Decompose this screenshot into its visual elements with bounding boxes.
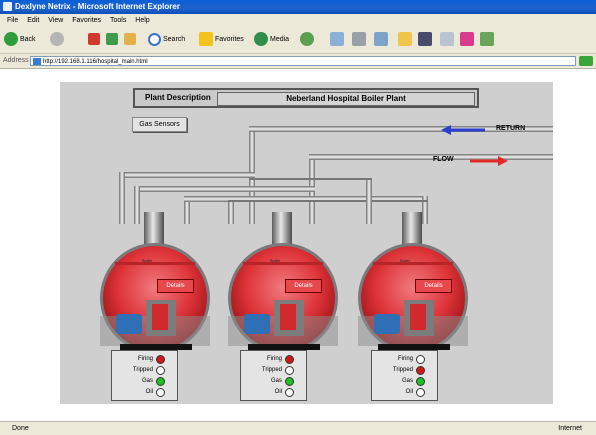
print-button[interactable]	[352, 32, 368, 48]
plant-panel: Plant Description Neberland Hospital Boi…	[60, 82, 553, 404]
research-icon	[440, 32, 454, 47]
mail-button[interactable]	[330, 32, 346, 48]
back-icon	[4, 32, 18, 47]
toolbar-tool-button[interactable]	[460, 32, 476, 48]
zone-text: Internet	[558, 425, 582, 432]
boiler-3-gas-led	[416, 377, 425, 386]
back-button[interactable]: Back	[4, 32, 36, 48]
boiler-3-oil-led	[416, 388, 425, 397]
print-icon	[352, 32, 366, 47]
extra-icon	[480, 32, 494, 47]
boiler-2-firing-led	[285, 355, 294, 364]
address-url: http://192.168.1.116/hospital_main.html	[43, 59, 148, 65]
messenger-icon	[418, 32, 432, 47]
research-button[interactable]	[440, 32, 456, 48]
edit-button[interactable]	[374, 32, 390, 48]
plant-description-label: Plant Description	[145, 93, 211, 102]
boiler-2-details-button[interactable]: Details	[285, 279, 322, 293]
boiler-2-oil-led	[285, 388, 294, 397]
menu-bar: File Edit View Favorites Tools Help	[0, 14, 596, 28]
title-bar: Dexlyne Netrix - Microsoft Internet Expl…	[0, 0, 596, 14]
boiler-1-label: Boiler	[142, 258, 153, 263]
address-input[interactable]: http://192.168.1.116/hospital_main.html	[30, 56, 576, 66]
menu-favorites[interactable]: Favorites	[72, 17, 101, 24]
edit-icon	[374, 32, 388, 47]
menu-view[interactable]: View	[48, 17, 63, 24]
boiler-3-firing-led	[416, 355, 425, 364]
mail-icon	[330, 32, 344, 47]
boiler-1-tripped-led	[156, 366, 165, 375]
boiler-1-gas-led	[156, 377, 165, 386]
stop-icon	[88, 33, 100, 46]
media-icon	[254, 32, 268, 47]
boiler-1-firing-led	[156, 355, 165, 364]
address-label: Address	[3, 57, 29, 64]
boiler-3-details-button[interactable]: Details	[415, 279, 452, 293]
forward-icon	[50, 32, 64, 47]
folder-icon	[398, 32, 412, 47]
folder-button[interactable]	[398, 32, 414, 48]
toolbar: Back Search Favorites Media	[0, 27, 596, 54]
boiler-3-status-panel: Firing Tripped Gas Oil	[371, 350, 438, 401]
go-button[interactable]	[579, 56, 593, 66]
window-title: Dexlyne Netrix - Microsoft Internet Expl…	[15, 2, 180, 11]
refresh-button[interactable]	[106, 32, 120, 48]
search-button[interactable]: Search	[148, 32, 185, 48]
menu-tools[interactable]: Tools	[110, 17, 126, 24]
history-button[interactable]	[300, 32, 316, 48]
flow-label: FLOW	[433, 156, 454, 163]
favorites-button[interactable]: Favorites	[199, 32, 244, 48]
menu-help[interactable]: Help	[135, 17, 149, 24]
stop-button[interactable]	[88, 32, 102, 48]
plant-description: Plant Description Neberland Hospital Boi…	[133, 88, 479, 108]
history-icon	[300, 32, 314, 47]
status-text: Done	[12, 425, 29, 432]
refresh-icon	[106, 33, 118, 46]
star-icon	[199, 32, 213, 47]
forward-button[interactable]	[50, 32, 66, 48]
address-bar: Address http://192.168.1.116/hospital_ma…	[0, 54, 596, 69]
page-icon	[33, 58, 41, 65]
search-icon	[148, 32, 161, 46]
menu-file[interactable]: File	[7, 17, 18, 24]
toolbar-extra-button[interactable]	[480, 32, 496, 48]
boiler-2-status-panel: Firing Tripped Gas Oil	[240, 350, 307, 401]
gas-sensors-button[interactable]: Gas Sensors	[132, 117, 187, 132]
boiler-2-tripped-led	[285, 366, 294, 375]
home-icon	[124, 33, 136, 46]
browser-window: Dexlyne Netrix - Microsoft Internet Expl…	[0, 0, 596, 435]
plant-description-value: Neberland Hospital Boiler Plant	[217, 92, 475, 106]
boiler-2-label: Boiler	[270, 258, 281, 263]
boiler-1-details-button[interactable]: Details	[157, 279, 194, 293]
tool-icon	[460, 32, 474, 47]
boiler-1-status-panel: Firing Tripped Gas Oil	[111, 350, 178, 401]
menu-edit[interactable]: Edit	[27, 17, 39, 24]
page-content: Plant Description Neberland Hospital Boi…	[0, 69, 596, 421]
boiler-3-label: Boiler	[400, 258, 411, 263]
boiler-3-tripped-led	[416, 366, 425, 375]
messenger-button[interactable]	[418, 32, 434, 48]
boiler-2-gas-led	[285, 377, 294, 386]
boiler-1-oil-led	[156, 388, 165, 397]
ie-icon	[3, 2, 12, 11]
return-pipe	[119, 126, 553, 224]
return-label: RETURN	[496, 125, 526, 132]
home-button[interactable]	[124, 32, 138, 48]
status-bar: Done Internet	[0, 421, 596, 435]
media-button[interactable]: Media	[254, 32, 289, 48]
